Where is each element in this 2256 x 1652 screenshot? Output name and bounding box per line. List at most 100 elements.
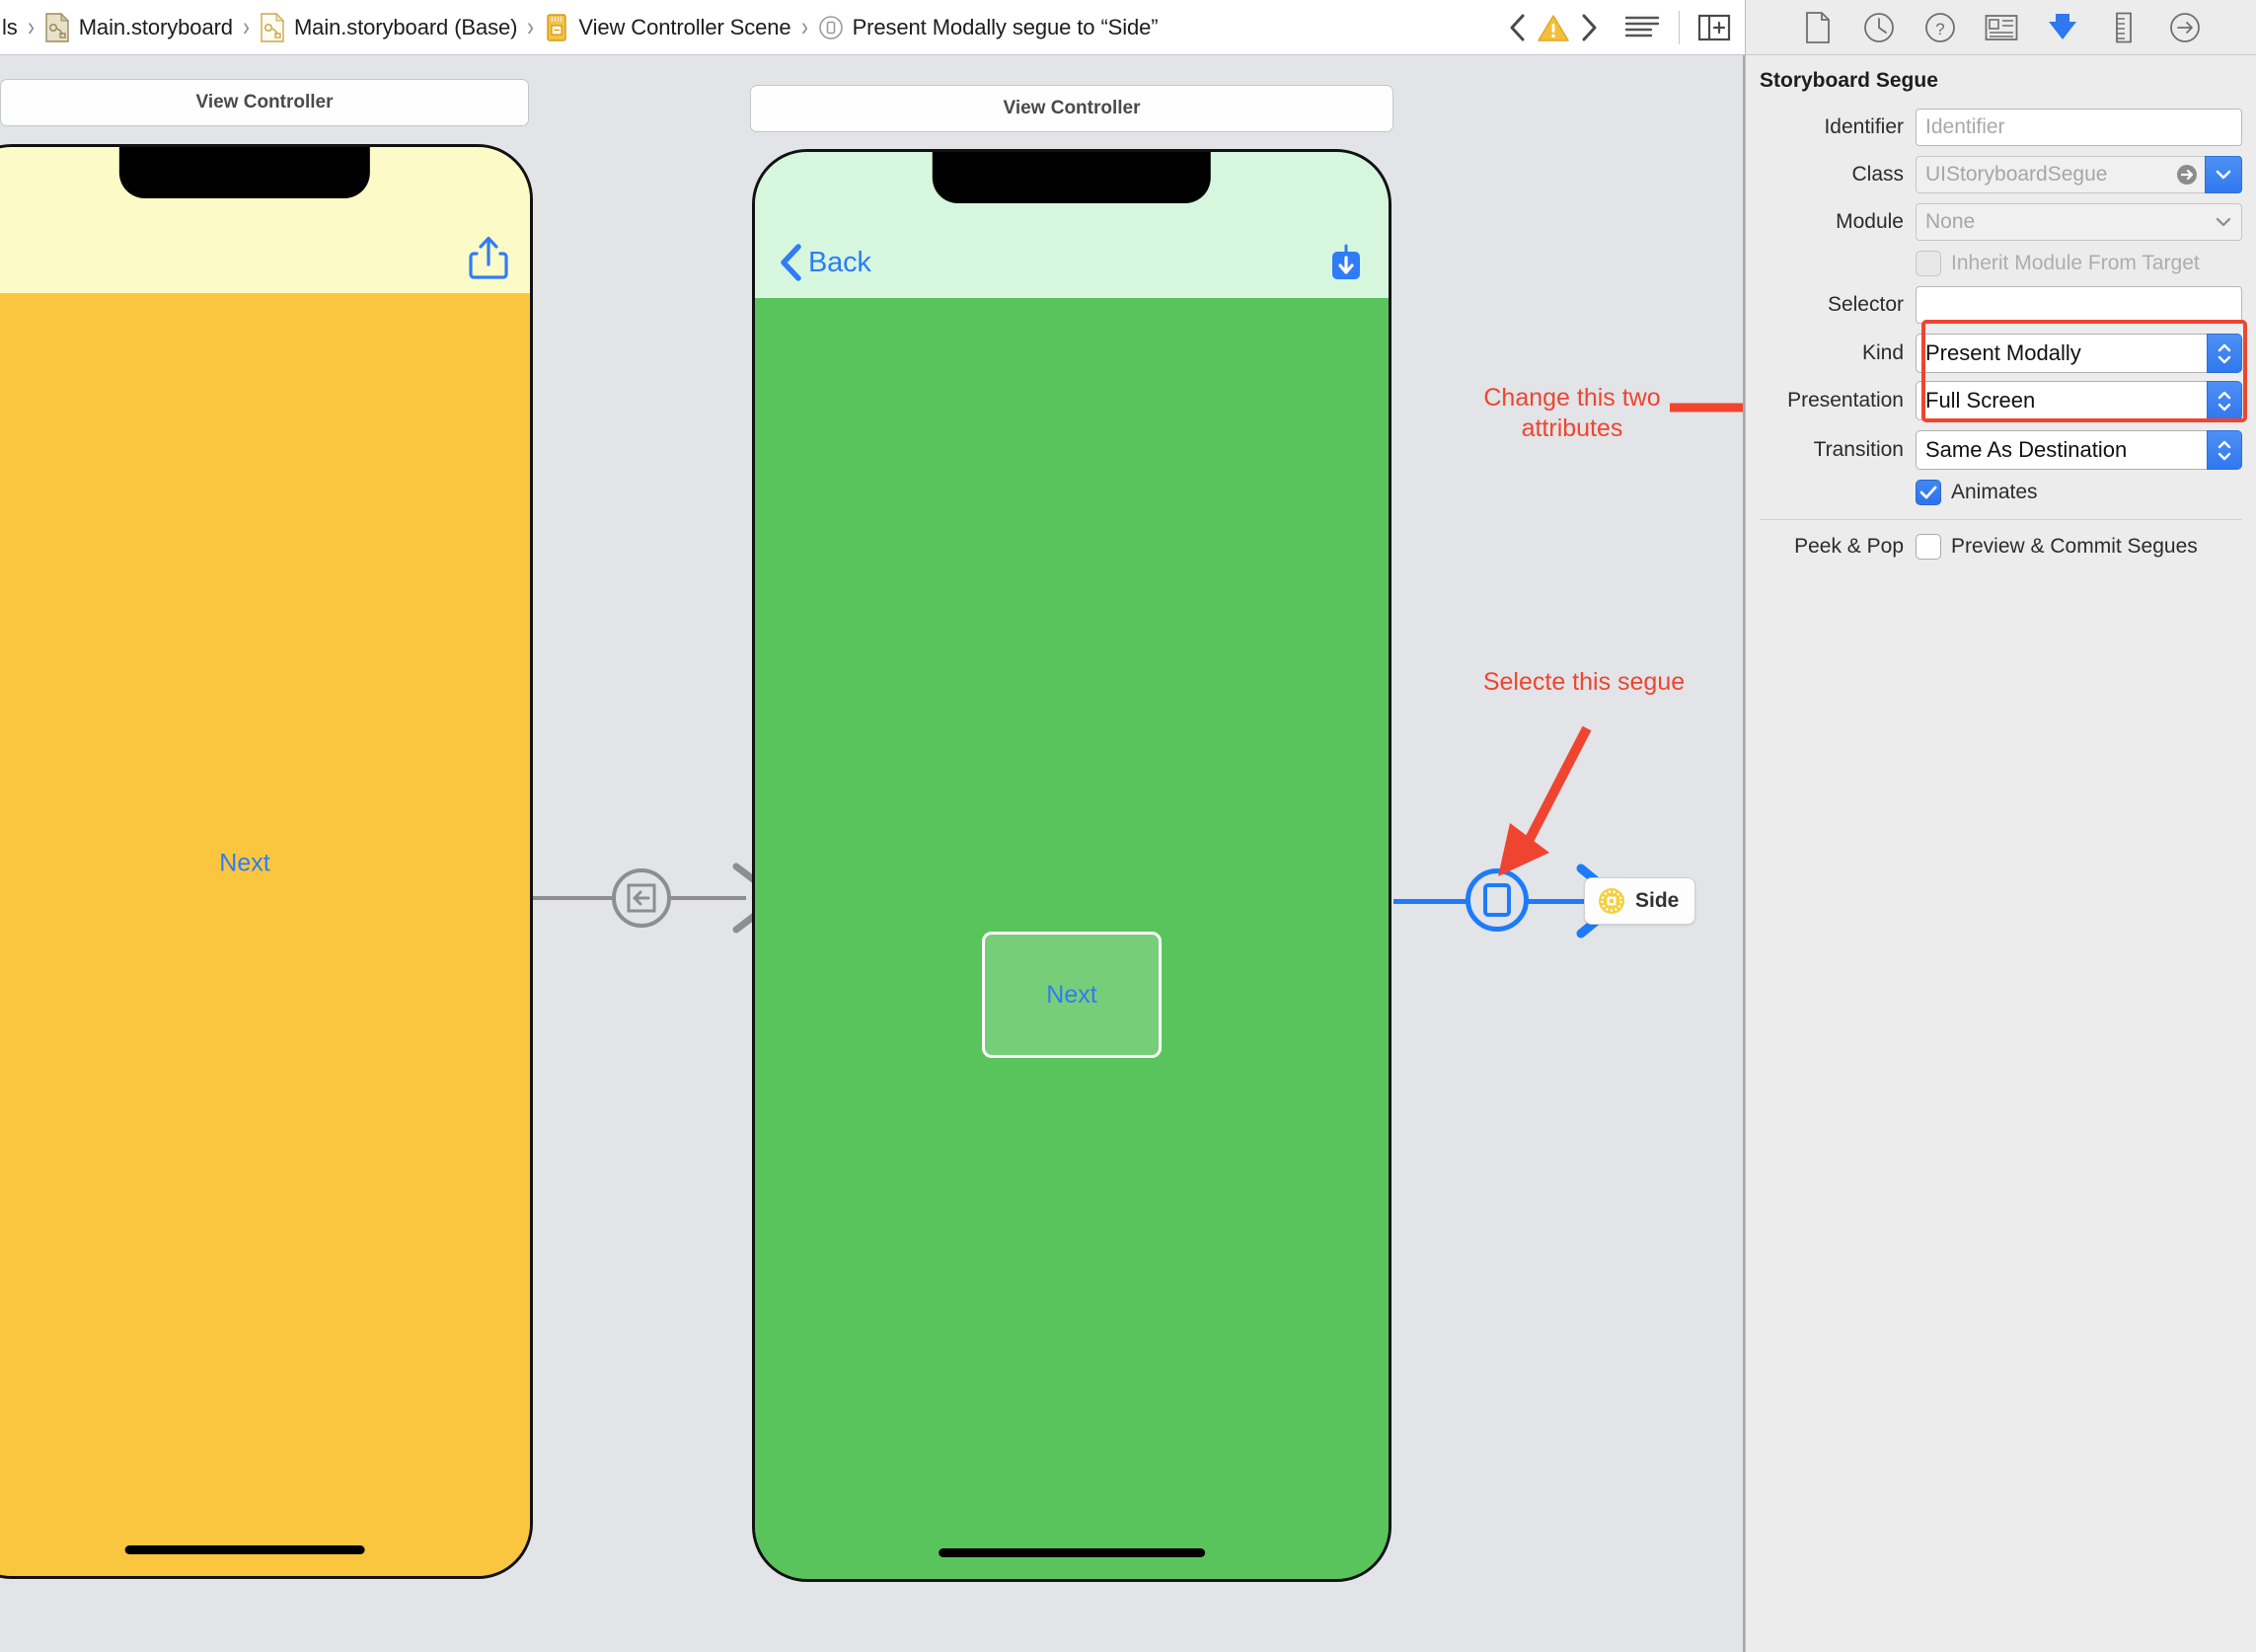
breadcrumb: ls › Main.storyboard › Main.storyboard (… <box>0 0 1505 54</box>
warning-triangle-icon[interactable] <box>1537 11 1570 44</box>
next-button[interactable]: Next <box>982 932 1162 1058</box>
scene-body-yellow: Next <box>0 293 530 1576</box>
view-controller-scene-icon <box>547 13 567 41</box>
document-items-button[interactable] <box>1623 13 1661 42</box>
module-label: Module <box>1836 210 1904 233</box>
breadcrumb-separator-icon: › <box>527 12 535 41</box>
storyboard-file-icon <box>261 12 285 42</box>
inherit-module-label: Inherit Module From Target <box>1951 252 2200 274</box>
selector-input[interactable] <box>1916 286 2242 324</box>
breadcrumb-separator-icon: › <box>800 12 808 41</box>
inspector-panel: ? Storyboard Segue Identifier Identifier… <box>1745 0 2256 1652</box>
breadcrumb-item-project[interactable]: ls › <box>2 12 44 42</box>
size-inspector-icon[interactable] <box>2106 10 2142 45</box>
home-indicator <box>939 1548 1205 1557</box>
presentation-label: Presentation <box>1787 389 1904 412</box>
question-mark-icon: ? <box>1924 12 1955 42</box>
inspector-tab-bar: ? <box>1746 0 2256 55</box>
chevron-down-icon <box>2218 355 2231 363</box>
presentation-value-wrapper[interactable]: Full Screen <box>1916 381 2207 420</box>
identity-inspector-icon[interactable] <box>1984 10 2019 45</box>
kind-popup[interactable]: Present Modally <box>1916 334 2242 373</box>
modal-segue-icon <box>1483 883 1511 917</box>
storyboard-file-icon <box>45 12 69 42</box>
scene-title-bar-green[interactable]: View Controller <box>750 85 1393 132</box>
show-inspector-button[interactable] <box>1697 13 1731 42</box>
toolbar-divider <box>1679 10 1680 44</box>
inspector-divider <box>1760 519 2242 520</box>
selector-label: Selector <box>1827 293 1904 316</box>
back-button-label: Back <box>808 246 871 278</box>
segue-badge-show[interactable] <box>612 868 671 928</box>
class-label: Class <box>1851 163 1904 186</box>
history-inspector-icon[interactable] <box>1861 10 1897 45</box>
breadcrumb-separator-icon: › <box>243 12 250 41</box>
next-issue-button[interactable] <box>1576 11 1602 44</box>
annot-select-segue: Selecte this segue <box>1482 668 1686 696</box>
row-module: Module None <box>1746 203 2256 241</box>
scene-device-yellow[interactable]: Next <box>0 144 533 1579</box>
class-combo[interactable]: UIStoryboardSegue <box>1916 156 2242 193</box>
scene-center-label-yellow[interactable]: Next <box>219 850 269 878</box>
row-kind: Kind Present Modally <box>1746 334 2256 373</box>
annot-change-attributes: Change this two attributes <box>1483 384 1661 443</box>
next-button-label: Next <box>1046 980 1097 1009</box>
kind-value-wrapper[interactable]: Present Modally <box>1916 334 2207 373</box>
breadcrumb-item-main-storyboard-base[interactable]: Main.storyboard (Base) › <box>260 12 544 42</box>
row-presentation: Presentation Full Screen <box>1746 381 2256 420</box>
row-peek-and-pop: Peek & Pop Preview & Commit Segues <box>1746 534 2256 560</box>
kind-label: Kind <box>1861 341 1904 364</box>
exit-placeholder-icon <box>1599 888 1624 914</box>
breadcrumb-item-segue[interactable]: Present Modally segue to “Side” <box>818 13 1159 42</box>
breadcrumb-item-view-controller-scene[interactable]: View Controller Scene › <box>544 12 817 42</box>
attributes-inspector-icon[interactable] <box>2045 10 2080 45</box>
file-inspector-icon[interactable] <box>1800 10 1836 45</box>
transition-popup[interactable]: Same As Destination <box>1916 430 2242 470</box>
share-icon[interactable] <box>469 235 508 280</box>
transition-value-wrapper[interactable]: Same As Destination <box>1916 430 2207 470</box>
chevron-up-icon <box>2218 343 2231 351</box>
connections-inspector-icon[interactable] <box>2167 10 2203 45</box>
ruler-icon <box>2115 12 2132 42</box>
canvas-bottom-area <box>0 1587 1745 1652</box>
scene-device-green[interactable]: Back Next <box>752 149 1391 1582</box>
checkmark-icon <box>1919 486 1937 499</box>
chevron-down-icon <box>2216 217 2231 227</box>
document-items-icon <box>1624 16 1660 37</box>
breadcrumb-separator-icon: › <box>27 12 35 41</box>
nav-bar-green: Back <box>755 152 1389 298</box>
download-icon[interactable] <box>1325 241 1367 284</box>
kind-value: Present Modally <box>1925 340 2081 365</box>
breadcrumb-item-main-storyboard[interactable]: Main.storyboard › <box>44 12 260 42</box>
jump-bar: ls › Main.storyboard › Main.storyboard (… <box>0 0 1745 55</box>
scene-body-green: Next <box>755 298 1389 1579</box>
breadcrumb-label: View Controller Scene <box>578 14 791 39</box>
identifier-input[interactable]: Identifier <box>1916 109 2242 146</box>
chevron-right-icon <box>1582 14 1597 40</box>
jump-to-definition-icon[interactable] <box>2175 163 2199 187</box>
class-input: UIStoryboardSegue <box>1925 163 2108 186</box>
inherit-module-checkbox[interactable] <box>1916 251 1941 276</box>
previous-issue-button[interactable] <box>1505 11 1531 44</box>
presentation-popup[interactable]: Full Screen <box>1916 381 2242 420</box>
segue-line <box>533 896 618 900</box>
module-value: None <box>1925 210 1976 233</box>
back-button[interactable]: Back <box>777 242 871 283</box>
kind-stepper[interactable] <box>2207 334 2242 373</box>
chevron-up-icon <box>2218 440 2231 448</box>
module-select[interactable]: None <box>1916 203 2242 241</box>
quick-help-inspector-icon[interactable]: ? <box>1922 10 1958 45</box>
storyboard-canvas[interactable]: View Controller Next View Controller Bac… <box>0 55 1745 1652</box>
destination-badge-side[interactable]: Side <box>1584 877 1696 925</box>
scene-title-bar-yellow[interactable]: View Controller <box>0 79 529 126</box>
row-transition: Transition Same As Destination <box>1746 430 2256 470</box>
breadcrumb-label: Present Modally segue to “Side” <box>852 14 1159 39</box>
presentation-stepper[interactable] <box>2207 381 2242 420</box>
animates-checkbox[interactable] <box>1916 480 1941 505</box>
class-dropdown-button[interactable] <box>2205 156 2242 193</box>
preview-commit-segues-checkbox[interactable] <box>1916 534 1941 560</box>
transition-stepper[interactable] <box>2207 430 2242 470</box>
class-input-wrapper[interactable]: UIStoryboardSegue <box>1916 156 2205 193</box>
row-animates: Animates <box>1746 480 2256 505</box>
nav-bar-items-green: Back <box>755 235 1389 290</box>
